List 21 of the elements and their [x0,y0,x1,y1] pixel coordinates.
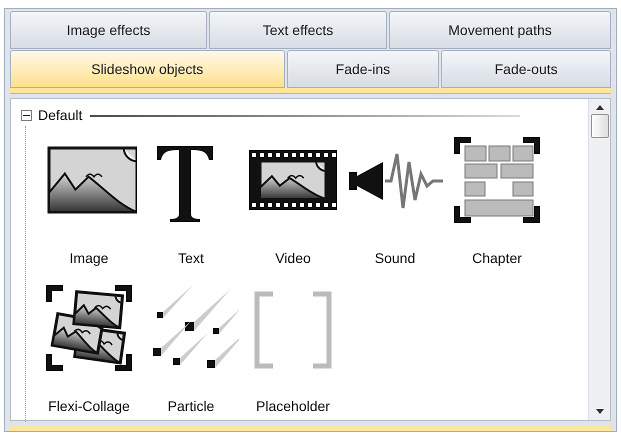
item-label[interactable]: Sound [374,248,416,269]
tab[interactable]: Fade-ins [286,50,440,88]
scroll-up-icon[interactable] [596,105,604,110]
item-label[interactable]: Particle [168,396,214,417]
item-label[interactable]: Video [275,248,311,269]
group-title: Default [38,106,82,125]
tab[interactable]: Text effects [209,11,387,49]
item-label[interactable]: Flexi-Collage [48,396,130,417]
collapse-toggle[interactable] [21,110,32,121]
item-label[interactable]: Text [178,248,204,269]
scroll-down-icon[interactable] [596,409,604,414]
tab[interactable]: Image effects [10,11,207,49]
tab[interactable]: Movement paths [389,11,611,49]
tab[interactable]: Fade-outs [441,50,611,88]
scrollbar[interactable] [588,99,610,420]
scroll-thumb[interactable] [590,114,608,138]
minus-icon [23,112,30,119]
item-label[interactable]: Chapter [472,248,522,269]
item-label[interactable]: Image [70,248,108,269]
item-label[interactable]: Placeholder [256,396,330,417]
tab[interactable]: Slideshow objects [10,50,285,88]
